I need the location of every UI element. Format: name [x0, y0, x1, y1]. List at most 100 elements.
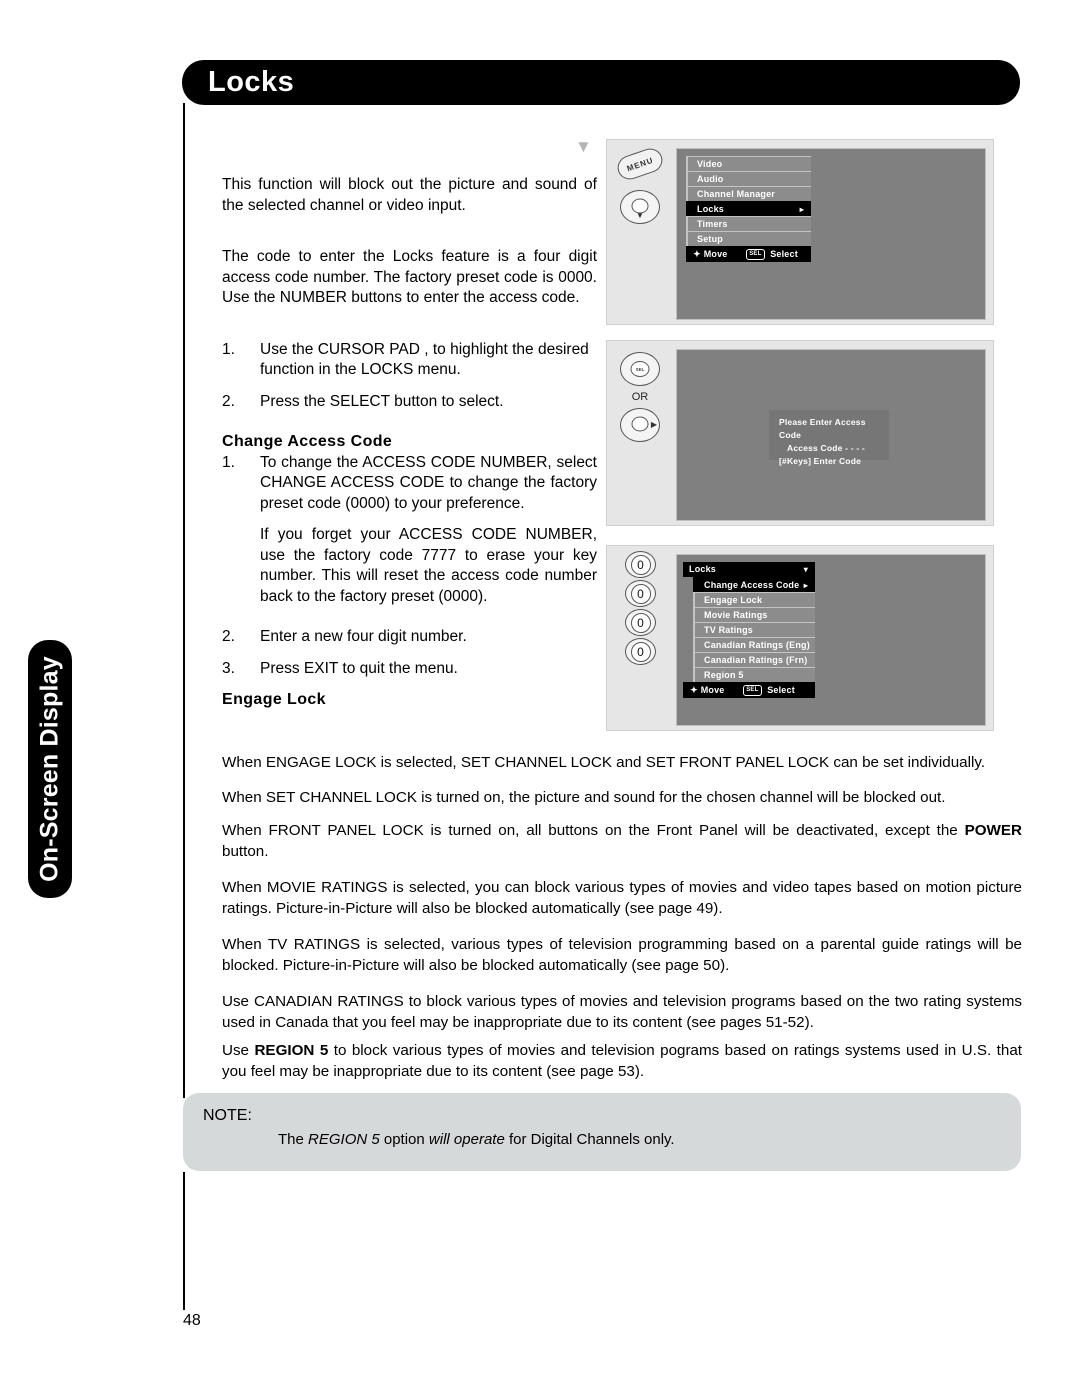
note-text-b: option [379, 1131, 429, 1148]
chevron-right-icon: ▶ [650, 420, 657, 429]
section-side-tab: On-Screen Display [28, 640, 72, 898]
menu-item-video-label: Video [697, 159, 723, 169]
step-2: 2. Press the SELECT button to select. [222, 392, 597, 413]
left-rule-bottom [183, 1172, 185, 1310]
locks-item-change-access-code[interactable]: Change Access Code ▸ [693, 577, 815, 592]
left-text-column: This function will block out the picture… [222, 175, 597, 711]
cac-step-1-text: To change the ACCESS CODE NUMBER, select… [260, 453, 597, 512]
figure-3-locks-menu: 0 0 0 0 Locks ▾ Change Access Code ▸ Eng… [606, 545, 994, 731]
menu-item-setup-label: Setup [697, 234, 724, 244]
access-code-dialog-hint: [#Keys] Enter Code [779, 456, 862, 466]
section-side-tab-label: On-Screen Display [35, 656, 64, 882]
figure-3-osd-menu: Locks ▾ Change Access Code ▸ Engage Lock… [683, 562, 815, 698]
paragraph-movie-ratings: When MOVIE RATINGS is selected, you can … [222, 878, 1022, 919]
select-button-label: SEL [630, 361, 650, 377]
paragraph-movie-ratings-text: When MOVIE RATINGS is selected, you can … [222, 879, 1022, 917]
menu-button[interactable]: MENU [614, 145, 666, 183]
cac-step-3-number: 3. [222, 659, 235, 677]
sel-key-icon: SEL [743, 685, 762, 697]
step-1-number: 1. [222, 340, 235, 358]
region5-bold: REGION 5 [254, 1042, 329, 1059]
access-code-dialog: Please Enter Access Code Access Code - -… [769, 410, 889, 466]
cac-step-2-number: 2. [222, 628, 235, 645]
locks-submenu-list: Change Access Code ▸ Engage Lock Movie R… [693, 577, 815, 682]
note-will-operate-italic: will operate [428, 1131, 505, 1148]
figure-1-footer-select-label: Select [770, 249, 798, 259]
menu-item-channel-manager[interactable]: Channel Manager [686, 186, 811, 201]
page-number: 48 [183, 1312, 201, 1329]
chevron-right-icon: ▸ [799, 205, 804, 214]
locks-item-canadian-ratings-eng[interactable]: Canadian Ratings (Eng) [693, 637, 815, 652]
cac-step-2: 2. Enter a new four digit number. [222, 627, 597, 648]
menu-item-channel-manager-label: Channel Manager [697, 189, 776, 199]
paragraph-tv-ratings: When TV RATINGS is selected, various typ… [222, 935, 1022, 976]
locks-item-tv-ratings[interactable]: TV Ratings [693, 622, 815, 637]
figure-3-remote-keys: 0 0 0 0 [607, 546, 679, 730]
cursor-pad-down[interactable]: ▼ [620, 190, 660, 224]
note-text-c: for Digital Channels only. [504, 1131, 675, 1148]
manual-page: Locks On-Screen Display This function wi… [0, 0, 1080, 1397]
menu-item-timers[interactable]: Timers [686, 216, 811, 231]
figure-1-footer-move-label: Move [703, 249, 728, 259]
paragraph-region-5: Use REGION 5 to block various types of m… [222, 1041, 1022, 1082]
figure-3-footer-select-label: Select [767, 685, 795, 695]
number-button-0-d[interactable]: 0 [625, 638, 656, 665]
menu-item-video[interactable]: Video [686, 156, 811, 171]
locks-item-region-5-label: Region 5 [704, 670, 744, 680]
step-1-text: Use the CURSOR PAD , to highlight the de… [260, 340, 589, 379]
note-region5-italic: REGION 5 [308, 1131, 380, 1148]
cac-step-2-text: Enter a new four digit number. [260, 628, 467, 645]
paragraph-canadian-ratings: Use CANADIAN RATINGS to block various ty… [222, 992, 1022, 1033]
locks-item-engage-lock[interactable]: Engage Lock [693, 592, 815, 607]
figure-1-main-menu: MENU ▼ Video Audio Channel Manager Locks [606, 139, 994, 325]
chevron-right-icon: ▸ [803, 581, 808, 590]
figure-1-osd-footer: ✦ Move SEL Select [686, 246, 811, 262]
note-text: The REGION 5 option will operate for Dig… [278, 1131, 675, 1148]
locks-item-canadian-ratings-frn[interactable]: Canadian Ratings (Frn) [693, 652, 815, 667]
page-title: Locks [208, 65, 295, 98]
locks-item-engage-lock-label: Engage Lock [704, 595, 763, 605]
fpl-power-bold: POWER [964, 822, 1022, 839]
menu-item-locks[interactable]: Locks ▸ [686, 201, 811, 216]
locks-menu-header: Locks ▾ [683, 562, 815, 577]
paragraph-front-panel-lock-text: When FRONT PANEL LOCK is turned on, all … [222, 821, 1022, 862]
figure-3-footer-move-label: Move [700, 685, 725, 695]
figure-1-pointer-icon: ▼ [575, 137, 592, 156]
cursor-pad-right[interactable]: ▶ [620, 408, 660, 442]
cac-step-1-note: If you forget your ACCESS CODE NUMBER, u… [260, 526, 597, 605]
menu-item-audio[interactable]: Audio [686, 171, 811, 186]
number-button-0-a[interactable]: 0 [625, 551, 656, 578]
region5-text-b: to block various types of movies and tel… [222, 1042, 1022, 1080]
note-text-a: The [278, 1131, 309, 1148]
menu-item-timers-label: Timers [697, 219, 728, 229]
locks-item-movie-ratings[interactable]: Movie Ratings [693, 607, 815, 622]
paragraph-front-panel-lock: When FRONT PANEL LOCK is turned on, all … [222, 821, 1022, 862]
fpl-text-b: button. [222, 842, 269, 860]
heading-engage-lock: Engage Lock [222, 691, 326, 708]
step-2-number: 2. [222, 392, 235, 410]
region5-text-a: Use [222, 1042, 255, 1059]
page-title-bar: Locks [182, 60, 1020, 105]
locks-item-movie-ratings-label: Movie Ratings [704, 610, 768, 620]
note-box: NOTE: The REGION 5 option will operate f… [183, 1093, 1021, 1171]
cursor-pad-center [631, 416, 649, 432]
locks-item-change-access-code-label: Change Access Code [704, 580, 800, 590]
cac-step-3: 3. Press EXIT to quit the menu. [222, 659, 597, 680]
select-button[interactable]: SEL [620, 352, 660, 386]
cac-step-1: 1. To change the ACCESS CODE NUMBER, sel… [222, 453, 597, 515]
locks-item-region-5[interactable]: Region 5 [693, 667, 815, 682]
number-button-0-b[interactable]: 0 [625, 580, 656, 607]
paragraph-engage-lock: When ENGAGE LOCK is selected, SET CHANNE… [222, 753, 1022, 774]
paragraph-region-5-text: Use REGION 5 to block various types of m… [222, 1041, 1022, 1082]
paragraph-tv-ratings-text: When TV RATINGS is selected, various typ… [222, 936, 1022, 974]
intro-paragraph-2: The code to enter the Locks feature is a… [222, 248, 597, 306]
number-button-0-c[interactable]: 0 [625, 609, 656, 636]
number-button-0-b-label: 0 [630, 583, 651, 604]
figure-1-tv-screen: Video Audio Channel Manager Locks ▸ Time… [676, 148, 986, 320]
move-arrows-icon: ✦ [690, 685, 698, 695]
paragraph-engage-lock-text: When ENGAGE LOCK is selected, SET CHANNE… [222, 754, 986, 771]
cac-step-3-text: Press EXIT to quit the menu. [260, 659, 458, 677]
note-label: NOTE: [203, 1107, 252, 1124]
figure-1-remote-keys: MENU ▼ [607, 140, 679, 324]
menu-item-setup[interactable]: Setup [686, 231, 811, 246]
